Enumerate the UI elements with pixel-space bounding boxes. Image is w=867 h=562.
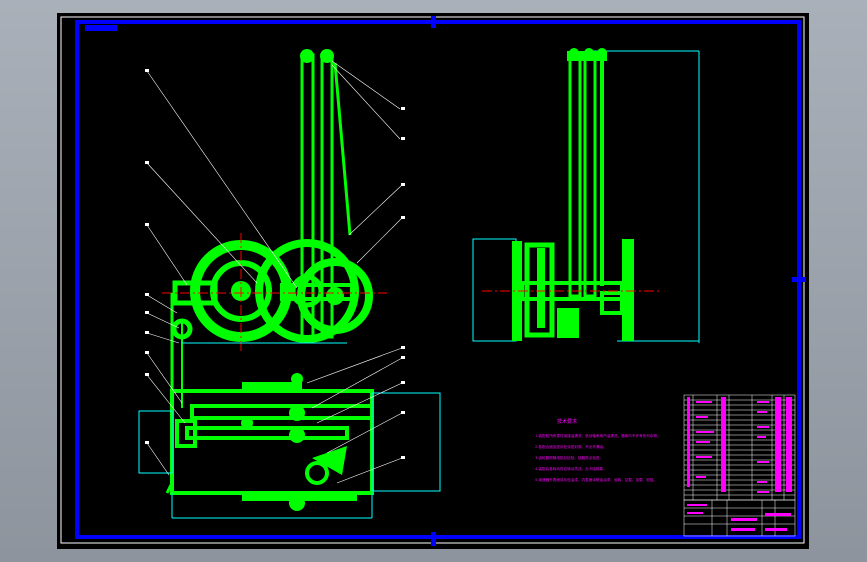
center-mark-top	[431, 16, 436, 28]
center-mark-bottom	[431, 532, 436, 546]
cad-viewport[interactable]: 技术要求 1.装配前所有零件用煤油清洗，滚动轴承用汽油清洗，箱体内不许有任何杂物…	[57, 13, 809, 549]
side-view	[472, 48, 700, 343]
center-mark-right	[792, 277, 806, 282]
note-4: 4.装配后各转动件应转动灵活，无卡阻现象。	[535, 466, 607, 471]
drawing-sheet: 技术要求 1.装配前所有零件用煤油清洗，滚动轴承用汽油清洗，箱体内不许有任何杂物…	[60, 16, 806, 546]
front-view	[138, 49, 441, 519]
note-1: 1.装配前所有零件用煤油清洗，滚动轴承用汽油清洗，箱体内不许有任何杂物。	[535, 433, 661, 438]
note-5: 5.减速器外表面涂灰色油漆，内表面涂耐油油漆，运转，空载，加载，检验。	[535, 477, 657, 482]
corner-mark	[85, 25, 117, 31]
note-3: 3.齿轮副侧隙用铅丝检验，接触斑点检查。	[535, 455, 603, 460]
note-2: 2.各配合面及密封处涂密封胶，不允许漏油。	[535, 444, 607, 449]
notes-title: 技术要求	[557, 418, 577, 425]
technical-notes: 技术要求 1.装配前所有零件用煤油清洗，滚动轴承用汽油清洗，箱体内不许有任何杂物…	[535, 418, 661, 482]
